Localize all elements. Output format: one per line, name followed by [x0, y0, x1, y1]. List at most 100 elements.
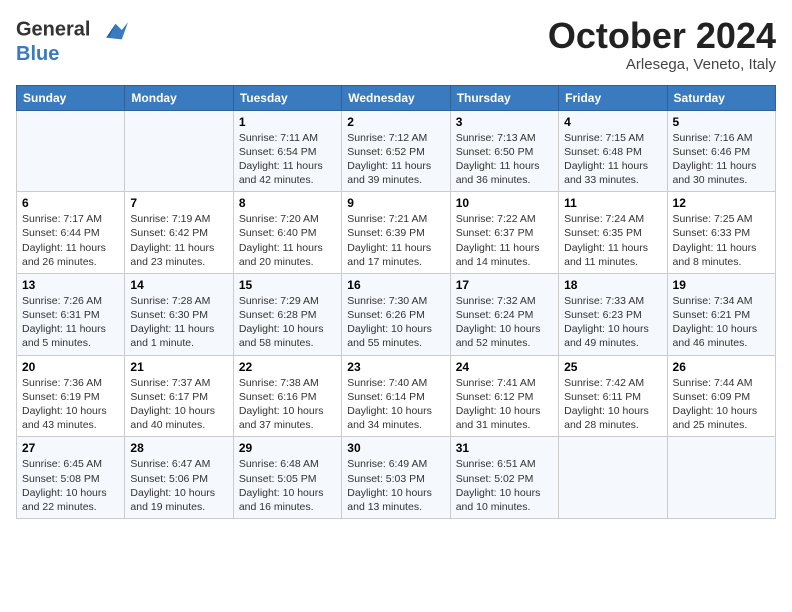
calendar-cell: 9 Sunrise: 7:21 AM Sunset: 6:39 PM Daylig… — [342, 192, 450, 274]
calendar-cell: 1Sunrise: 7:11 AM Sunset: 6:54 PM Daylig… — [233, 110, 341, 192]
calendar-cell: 8 Sunrise: 7:20 AM Sunset: 6:40 PM Daylig… — [233, 192, 341, 274]
calendar-cell: 22 Sunrise: 7:38 AM Sunset: 6:16 PM Dayli… — [233, 355, 341, 437]
day-detail: Sunrise: 7:17 AM Sunset: 6:44 PM Dayligh… — [22, 212, 119, 269]
day-number: 16 — [347, 278, 444, 292]
calendar-week-row: 13 Sunrise: 7:26 AM Sunset: 6:31 PM Dayli… — [17, 273, 776, 355]
day-detail: Sunrise: 7:36 AM Sunset: 6:19 PM Dayligh… — [22, 376, 119, 433]
day-detail: Sunrise: 7:34 AM Sunset: 6:21 PM Dayligh… — [673, 294, 770, 351]
weekday-header-cell: Thursday — [450, 85, 558, 110]
calendar-cell: 23Sunrise: 7:40 AM Sunset: 6:14 PM Dayli… — [342, 355, 450, 437]
logo-general: General — [16, 18, 90, 40]
day-detail: Sunrise: 7:44 AM Sunset: 6:09 PM Dayligh… — [673, 376, 770, 433]
calendar-body: 1Sunrise: 7:11 AM Sunset: 6:54 PM Daylig… — [17, 110, 776, 518]
weekday-header-row: SundayMondayTuesdayWednesdayThursdayFrid… — [17, 85, 776, 110]
weekday-header-cell: Wednesday — [342, 85, 450, 110]
day-number: 4 — [564, 115, 661, 129]
day-detail: Sunrise: 6:48 AM Sunset: 5:05 PM Dayligh… — [239, 457, 336, 514]
day-number: 28 — [130, 441, 227, 455]
day-detail: Sunrise: 7:32 AM Sunset: 6:24 PM Dayligh… — [456, 294, 553, 351]
calendar-week-row: 27 Sunrise: 6:45 AM Sunset: 5:08 PM Dayli… — [17, 437, 776, 519]
day-detail: Sunrise: 7:37 AM Sunset: 6:17 PM Dayligh… — [130, 376, 227, 433]
day-detail: Sunrise: 7:16 AM Sunset: 6:46 PM Dayligh… — [673, 131, 770, 188]
calendar-cell: 24Sunrise: 7:41 AM Sunset: 6:12 PM Dayli… — [450, 355, 558, 437]
calendar-cell: 14 Sunrise: 7:28 AM Sunset: 6:30 PM Dayli… — [125, 273, 233, 355]
day-number: 22 — [239, 360, 336, 374]
weekday-header-cell: Sunday — [17, 85, 125, 110]
day-detail: Sunrise: 7:12 AM Sunset: 6:52 PM Dayligh… — [347, 131, 444, 188]
day-number: 31 — [456, 441, 553, 455]
day-number: 19 — [673, 278, 770, 292]
day-number: 25 — [564, 360, 661, 374]
weekday-header-cell: Friday — [559, 85, 667, 110]
day-detail: Sunrise: 6:45 AM Sunset: 5:08 PM Dayligh… — [22, 457, 119, 514]
day-number: 12 — [673, 196, 770, 210]
logo: General Blue — [16, 16, 128, 64]
calendar-cell: 30 Sunrise: 6:49 AM Sunset: 5:03 PM Dayli… — [342, 437, 450, 519]
calendar-week-row: 6 Sunrise: 7:17 AM Sunset: 6:44 PM Daylig… — [17, 192, 776, 274]
calendar-cell — [667, 437, 775, 519]
logo-blue: Blue — [16, 44, 128, 64]
day-number: 24 — [456, 360, 553, 374]
day-detail: Sunrise: 7:11 AM Sunset: 6:54 PM Dayligh… — [239, 131, 336, 188]
day-number: 11 — [564, 196, 661, 210]
day-number: 3 — [456, 115, 553, 129]
day-detail: Sunrise: 6:47 AM Sunset: 5:06 PM Dayligh… — [130, 457, 227, 514]
calendar-week-row: 20 Sunrise: 7:36 AM Sunset: 6:19 PM Dayli… — [17, 355, 776, 437]
day-detail: Sunrise: 7:26 AM Sunset: 6:31 PM Dayligh… — [22, 294, 119, 351]
day-number: 14 — [130, 278, 227, 292]
day-detail: Sunrise: 7:20 AM Sunset: 6:40 PM Dayligh… — [239, 212, 336, 269]
calendar-cell: 31 Sunrise: 6:51 AM Sunset: 5:02 PM Dayli… — [450, 437, 558, 519]
weekday-header-cell: Tuesday — [233, 85, 341, 110]
day-number: 17 — [456, 278, 553, 292]
day-detail: Sunrise: 7:42 AM Sunset: 6:11 PM Dayligh… — [564, 376, 661, 433]
calendar-cell: 20 Sunrise: 7:36 AM Sunset: 6:19 PM Dayli… — [17, 355, 125, 437]
day-detail: Sunrise: 7:21 AM Sunset: 6:39 PM Dayligh… — [347, 212, 444, 269]
calendar-cell: 2 Sunrise: 7:12 AM Sunset: 6:52 PM Daylig… — [342, 110, 450, 192]
calendar-cell: 27 Sunrise: 6:45 AM Sunset: 5:08 PM Dayli… — [17, 437, 125, 519]
calendar-cell: 12 Sunrise: 7:25 AM Sunset: 6:33 PM Dayli… — [667, 192, 775, 274]
day-detail: Sunrise: 7:30 AM Sunset: 6:26 PM Dayligh… — [347, 294, 444, 351]
day-detail: Sunrise: 6:49 AM Sunset: 5:03 PM Dayligh… — [347, 457, 444, 514]
day-detail: Sunrise: 7:28 AM Sunset: 6:30 PM Dayligh… — [130, 294, 227, 351]
calendar-cell: 5 Sunrise: 7:16 AM Sunset: 6:46 PM Daylig… — [667, 110, 775, 192]
day-number: 29 — [239, 441, 336, 455]
day-number: 26 — [673, 360, 770, 374]
day-number: 15 — [239, 278, 336, 292]
day-detail: Sunrise: 7:25 AM Sunset: 6:33 PM Dayligh… — [673, 212, 770, 269]
day-number: 8 — [239, 196, 336, 210]
calendar-week-row: 1Sunrise: 7:11 AM Sunset: 6:54 PM Daylig… — [17, 110, 776, 192]
calendar-cell: 10Sunrise: 7:22 AM Sunset: 6:37 PM Dayli… — [450, 192, 558, 274]
day-number: 2 — [347, 115, 444, 129]
calendar-cell: 15 Sunrise: 7:29 AM Sunset: 6:28 PM Dayli… — [233, 273, 341, 355]
calendar-cell — [125, 110, 233, 192]
day-number: 9 — [347, 196, 444, 210]
day-number: 6 — [22, 196, 119, 210]
calendar-cell: 29 Sunrise: 6:48 AM Sunset: 5:05 PM Dayli… — [233, 437, 341, 519]
day-detail: Sunrise: 7:19 AM Sunset: 6:42 PM Dayligh… — [130, 212, 227, 269]
day-number: 18 — [564, 278, 661, 292]
calendar-cell — [559, 437, 667, 519]
calendar-cell: 18 Sunrise: 7:33 AM Sunset: 6:23 PM Dayli… — [559, 273, 667, 355]
day-number: 5 — [673, 115, 770, 129]
month-title: October 2024 — [548, 16, 776, 56]
day-number: 30 — [347, 441, 444, 455]
logo-bird-icon — [100, 16, 128, 44]
day-detail: Sunrise: 7:29 AM Sunset: 6:28 PM Dayligh… — [239, 294, 336, 351]
day-detail: Sunrise: 7:38 AM Sunset: 6:16 PM Dayligh… — [239, 376, 336, 433]
day-detail: Sunrise: 7:22 AM Sunset: 6:37 PM Dayligh… — [456, 212, 553, 269]
day-detail: Sunrise: 7:40 AM Sunset: 6:14 PM Dayligh… — [347, 376, 444, 433]
calendar-cell: 7Sunrise: 7:19 AM Sunset: 6:42 PM Daylig… — [125, 192, 233, 274]
calendar-cell: 21Sunrise: 7:37 AM Sunset: 6:17 PM Dayli… — [125, 355, 233, 437]
day-number: 20 — [22, 360, 119, 374]
calendar-cell: 6 Sunrise: 7:17 AM Sunset: 6:44 PM Daylig… — [17, 192, 125, 274]
location-title: Arlesega, Veneto, Italy — [548, 56, 776, 73]
day-detail: Sunrise: 7:15 AM Sunset: 6:48 PM Dayligh… — [564, 131, 661, 188]
day-detail: Sunrise: 7:24 AM Sunset: 6:35 PM Dayligh… — [564, 212, 661, 269]
calendar-cell: 28 Sunrise: 6:47 AM Sunset: 5:06 PM Dayli… — [125, 437, 233, 519]
day-detail: Sunrise: 7:33 AM Sunset: 6:23 PM Dayligh… — [564, 294, 661, 351]
day-number: 13 — [22, 278, 119, 292]
day-detail: Sunrise: 6:51 AM Sunset: 5:02 PM Dayligh… — [456, 457, 553, 514]
day-number: 27 — [22, 441, 119, 455]
calendar-cell: 11 Sunrise: 7:24 AM Sunset: 6:35 PM Dayli… — [559, 192, 667, 274]
calendar-cell: 26 Sunrise: 7:44 AM Sunset: 6:09 PM Dayli… — [667, 355, 775, 437]
